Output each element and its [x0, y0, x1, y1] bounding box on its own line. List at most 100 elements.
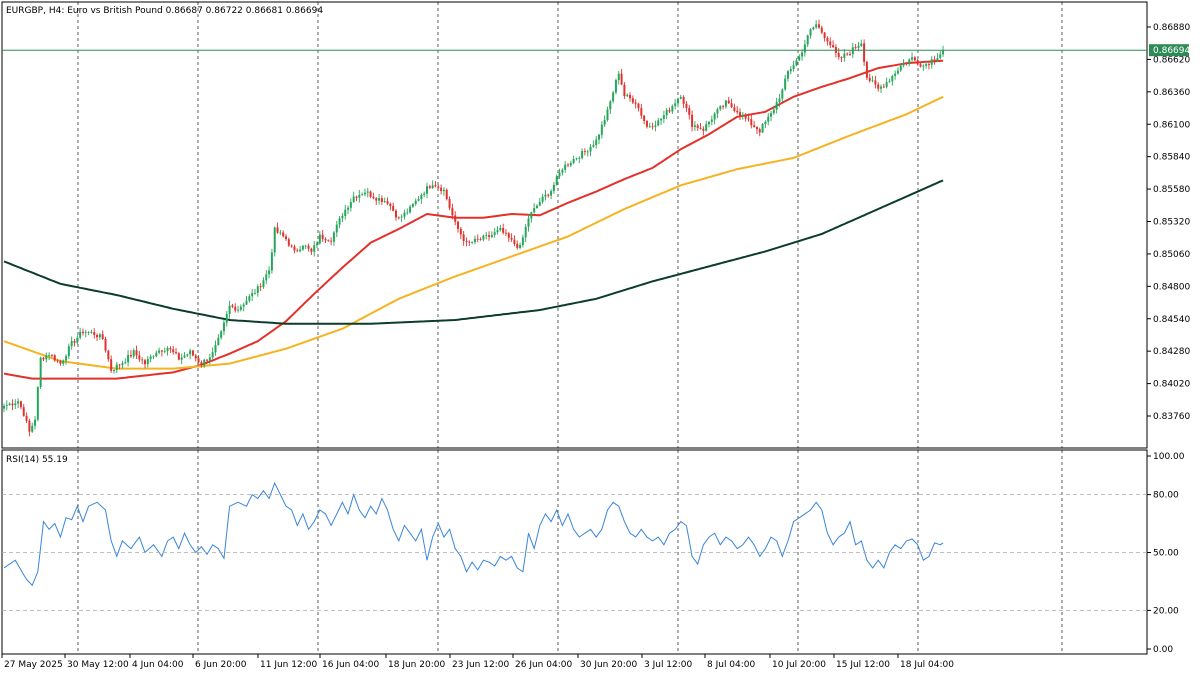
candle-body — [36, 386, 39, 420]
candle-body — [203, 359, 206, 366]
candle-body — [747, 118, 750, 120]
candle-body — [614, 80, 617, 93]
candle-body — [414, 200, 417, 205]
candle-body — [428, 186, 431, 188]
candle-body — [815, 24, 818, 28]
candle-body — [865, 61, 868, 78]
candle-body — [242, 304, 245, 307]
price-tick-label: 0.86880 — [1153, 23, 1190, 33]
candle-body — [341, 216, 344, 219]
candle-body — [688, 108, 691, 115]
candle-body — [299, 249, 302, 252]
candle-body — [222, 322, 225, 332]
candle-body — [191, 350, 194, 356]
price-tick-label: 0.85060 — [1153, 250, 1190, 260]
candle-body — [547, 194, 550, 196]
price-tick-label: 0.84800 — [1153, 282, 1190, 292]
candle-body — [149, 356, 152, 360]
candle-body — [758, 129, 761, 133]
candle-body — [685, 103, 688, 109]
candle-body — [39, 357, 42, 387]
time-tick-label: 27 May 2025 — [4, 660, 63, 670]
candle-body — [87, 332, 90, 333]
candle-body — [911, 57, 914, 60]
candle-body — [8, 403, 11, 406]
candle-body — [121, 363, 124, 366]
candle-body — [166, 347, 169, 351]
candle-body — [11, 403, 14, 406]
candle-body — [471, 242, 474, 243]
chart-canvas[interactable]: 0.86880 0.86620 0.86360 0.86100 0.85840 0.855… — [0, 0, 1200, 675]
candle-body — [310, 248, 313, 252]
candle-body — [786, 71, 789, 79]
candle-body — [67, 346, 70, 357]
candle-body — [344, 209, 347, 217]
candle-body — [583, 150, 586, 152]
candle-body — [809, 29, 812, 36]
candle-body — [485, 235, 488, 237]
candle-body — [194, 355, 197, 359]
candle-body — [163, 350, 166, 352]
candle-body — [623, 84, 626, 97]
candle-body — [801, 52, 804, 57]
candle-body — [513, 239, 516, 244]
candle-body — [146, 359, 149, 365]
candle-body — [817, 24, 820, 28]
candle-body — [913, 57, 916, 61]
candle-body — [719, 106, 722, 110]
candle-body — [674, 103, 677, 107]
candle-body — [871, 80, 874, 82]
candle-body — [874, 80, 877, 85]
candle-body — [820, 27, 823, 33]
candle-body — [654, 125, 657, 127]
candle-body — [708, 121, 710, 125]
candle-body — [916, 60, 919, 65]
candle-body — [321, 234, 324, 239]
candle-body — [144, 360, 146, 365]
candle-body — [265, 274, 268, 281]
price-tick-label: 0.86360 — [1153, 88, 1190, 98]
candle-body — [316, 243, 319, 246]
candle-body — [837, 53, 840, 58]
candle-body — [792, 65, 795, 70]
candle-body — [645, 121, 648, 127]
candle-body — [727, 100, 730, 104]
candle-body — [45, 355, 48, 360]
candle-body — [251, 293, 254, 297]
candle-body — [434, 185, 437, 187]
candle-body — [383, 201, 386, 203]
candle-body — [795, 60, 798, 66]
candle-body — [733, 107, 736, 111]
candle-body — [930, 59, 933, 65]
candle-body — [479, 239, 482, 241]
candle-body — [612, 92, 615, 102]
candle-body — [933, 59, 936, 61]
candle-body — [366, 191, 369, 193]
candle-body — [220, 331, 223, 338]
price-tick-label: 0.85320 — [1153, 218, 1190, 228]
time-tick-label: 16 Jun 04:00 — [322, 660, 379, 670]
candle-body — [231, 305, 234, 307]
candle-body — [750, 119, 753, 126]
candle-body — [620, 73, 623, 85]
candle-body — [699, 127, 702, 129]
candle-body — [919, 64, 922, 67]
candle-body — [183, 355, 186, 358]
price-tick-label: 0.84280 — [1153, 347, 1190, 357]
candle-body — [550, 191, 553, 196]
candle-body — [98, 334, 101, 338]
time-tick-label: 4 Jun 04:00 — [132, 660, 184, 670]
candle-body — [437, 186, 440, 188]
candle-body — [96, 334, 99, 338]
candle-body — [79, 331, 82, 338]
candle-body — [744, 114, 747, 119]
candle-body — [891, 76, 894, 82]
candle-body — [767, 116, 770, 122]
candle-body — [248, 296, 251, 301]
candle-body — [287, 239, 290, 246]
candle-body — [110, 359, 113, 371]
candle-body — [812, 27, 815, 30]
candle-body — [888, 81, 891, 83]
candle-body — [403, 212, 406, 217]
candle-body — [561, 169, 564, 173]
